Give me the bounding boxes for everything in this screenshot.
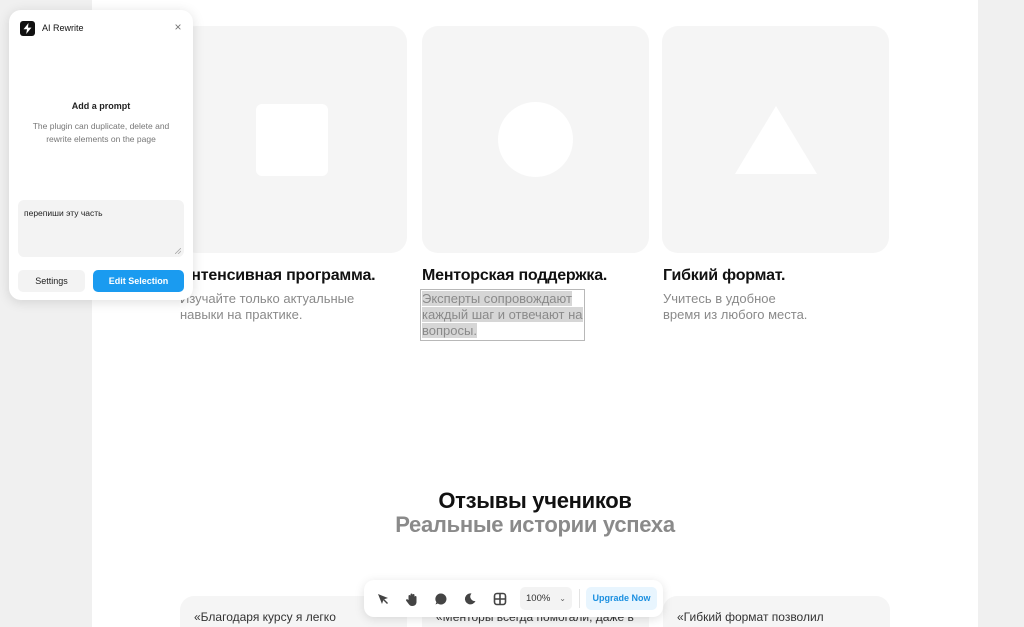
feature-title: Интенсивная программа.	[180, 267, 376, 284]
circle-placeholder-icon	[498, 102, 573, 177]
feature-image-card[interactable]	[422, 26, 649, 253]
feature-description: Изучайте только актуальные навыки на пра…	[180, 291, 355, 322]
pointer-icon[interactable]	[373, 589, 393, 609]
resize-handle-icon[interactable]	[175, 248, 181, 254]
zoom-select[interactable]: 100% ⌄	[520, 587, 572, 610]
plugin-title: AI Rewrite	[42, 23, 84, 33]
reviews-section-title: Отзывы учеников	[438, 488, 632, 513]
feature-title: Гибкий формат.	[663, 267, 786, 284]
feature-image-card[interactable]	[180, 26, 407, 253]
reviews-section-subtitle: Реальные истории успеха	[395, 512, 675, 537]
ai-rewrite-panel: AI Rewrite × Add a prompt The plugin can…	[9, 10, 193, 300]
upgrade-now-button[interactable]: Upgrade Now	[586, 587, 657, 610]
panel-header: AI Rewrite ×	[9, 10, 193, 46]
square-placeholder-icon	[256, 104, 328, 176]
feature-title: Менторская поддержка.	[422, 267, 608, 284]
dark-mode-icon[interactable]	[460, 589, 480, 609]
lightning-bolt-icon	[20, 21, 35, 36]
selected-feature-description[interactable]: Эксперты сопровождают каждый шаг и отвеч…	[420, 289, 585, 341]
prompt-heading: Add a prompt	[71, 101, 131, 111]
comment-icon[interactable]	[431, 589, 451, 609]
close-icon[interactable]: ×	[171, 20, 185, 34]
settings-button[interactable]: Settings	[18, 270, 85, 292]
edit-selection-button[interactable]: Edit Selection	[93, 270, 184, 292]
zoom-value: 100%	[526, 593, 551, 604]
grid-icon[interactable]	[490, 589, 510, 609]
page-canvas: Интенсивная программа. Изучайте только а…	[92, 0, 978, 627]
feature-image-card[interactable]	[662, 26, 889, 253]
prompt-hint: The plugin can duplicate, delete and rew…	[32, 121, 170, 144]
feature-description: Учитесь в удобное время из любого места.	[663, 291, 808, 322]
chevron-down-icon: ⌄	[559, 594, 566, 603]
bottom-toolbar: 100% ⌄ Upgrade Now	[364, 580, 663, 617]
hand-icon[interactable]	[402, 589, 422, 609]
toolbar-divider	[579, 589, 580, 608]
review-card: «Гибкий формат позволил	[663, 596, 890, 627]
triangle-placeholder-icon	[735, 106, 817, 174]
prompt-input[interactable]: перепиши эту часть	[18, 200, 184, 257]
